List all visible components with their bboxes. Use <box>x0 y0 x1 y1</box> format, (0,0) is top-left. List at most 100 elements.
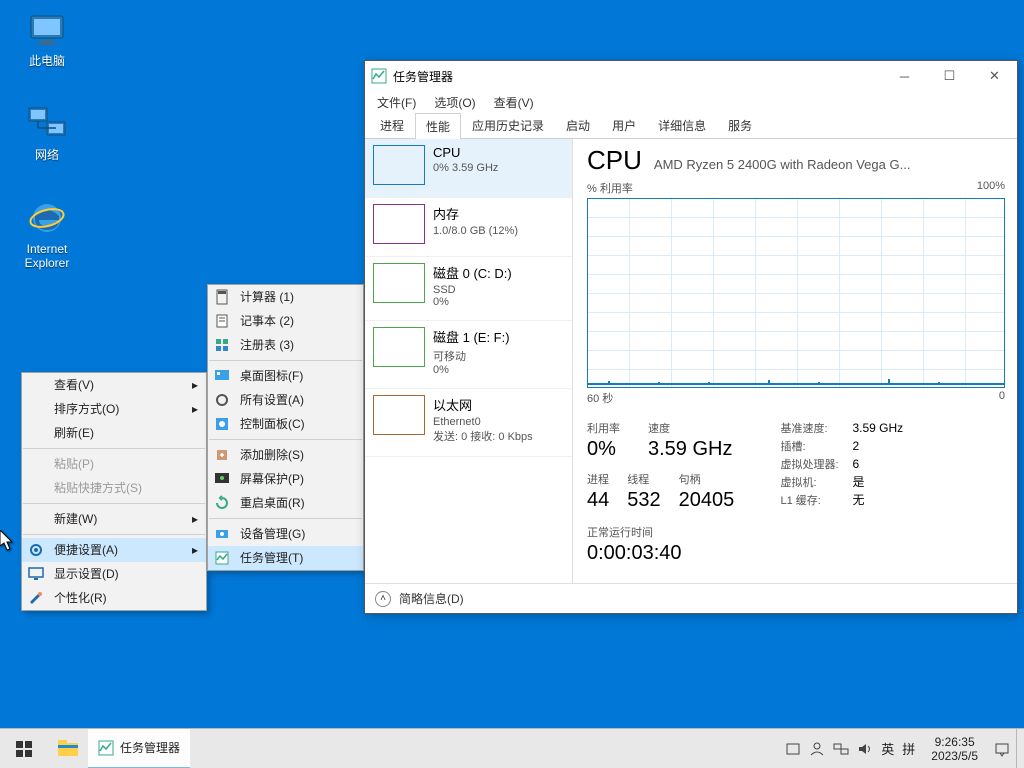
chevron-right-icon: ▸ <box>192 538 198 562</box>
this-pc-icon <box>27 10 67 50</box>
side-disk0[interactable]: 磁盘 0 (C: D:)SSD 0% <box>365 257 572 321</box>
cpu-heading: CPU <box>587 145 642 176</box>
quick-settings-submenu: 计算器 (1) 记事本 (2) 注册表 (3) 桌面图标(F) 所有设置(A) … <box>207 284 364 571</box>
desktop-icon-label: Internet Explorer <box>10 242 84 270</box>
task-manager-icon <box>371 68 387 84</box>
clock-date: 2023/5/5 <box>931 749 978 763</box>
task-manager-icon <box>98 740 114 756</box>
desktop-icon-ie[interactable]: Internet Explorer <box>10 198 84 278</box>
sub-desktop-icons[interactable]: 桌面图标(F) <box>208 364 363 388</box>
sub-all-settings[interactable]: 所有设置(A) <box>208 388 363 412</box>
taskbar-item-explorer[interactable] <box>48 729 88 768</box>
sub-screensaver[interactable]: 屏幕保护(P) <box>208 467 363 491</box>
tabs: 进程 性能 应用历史记录 启动 用户 详细信息 服务 <box>365 113 1017 139</box>
task-manager-footer: ˄ 简略信息(D) <box>365 583 1017 613</box>
stat-utilization: 0% <box>587 438 620 461</box>
add-remove-icon <box>214 447 230 463</box>
ctx-new[interactable]: 新建(W)▸ <box>22 507 206 531</box>
tray-volume-icon[interactable] <box>857 741 873 757</box>
network-icon <box>27 104 67 144</box>
menu-file[interactable]: 文件(F) <box>369 92 424 113</box>
axis-label-utilization: % 利用率 <box>587 180 633 196</box>
side-disk1[interactable]: 磁盘 1 (E: F:)可移动 0% <box>365 321 572 389</box>
chevron-right-icon: ▸ <box>192 507 198 531</box>
tab-performance[interactable]: 性能 <box>415 113 461 139</box>
cpu-utilization-chart[interactable] <box>587 198 1005 388</box>
menu-view[interactable]: 查看(V) <box>486 92 542 113</box>
sub-control-panel[interactable]: 控制面板(C) <box>208 412 363 436</box>
system-tray: 英 拼 9:26:35 2023/5/5 <box>785 735 1016 763</box>
sub-restart-desktop[interactable]: 重启桌面(R) <box>208 491 363 515</box>
tab-users[interactable]: 用户 <box>601 112 647 138</box>
file-explorer-icon <box>58 740 78 756</box>
calculator-icon <box>214 289 230 305</box>
stat-uptime: 0:00:03:40 <box>587 542 760 565</box>
start-button[interactable] <box>0 729 48 768</box>
axis-label-max: 100% <box>977 180 1005 196</box>
desktop-icon-label: 此电脑 <box>10 54 84 68</box>
performance-sidebar: CPU0% 3.59 GHz 内存1.0/8.0 GB (12%) 磁盘 0 (… <box>365 139 573 583</box>
task-manager-icon <box>214 550 230 566</box>
ctx-quick-settings[interactable]: 便捷设置(A)▸ <box>22 538 206 562</box>
tray-chevron-up-icon[interactable] <box>785 741 801 757</box>
fewer-details-link[interactable]: 简略信息(D) <box>399 590 464 607</box>
tab-app-history[interactable]: 应用历史记录 <box>461 112 555 138</box>
sub-notepad[interactable]: 记事本 (2) <box>208 309 363 333</box>
taskbar-item-label: 任务管理器 <box>120 739 180 756</box>
desktop-icon-this-pc[interactable]: 此电脑 <box>10 10 84 90</box>
taskbar-clock[interactable]: 9:26:35 2023/5/5 <box>923 735 986 763</box>
ctx-paste: 粘贴(P) <box>22 452 206 476</box>
menu-options[interactable]: 选项(O) <box>426 92 483 113</box>
tab-services[interactable]: 服务 <box>717 112 763 138</box>
stat-sockets: 2 <box>852 439 859 453</box>
ie-icon <box>27 198 67 238</box>
stat-speed: 3.59 GHz <box>648 438 732 461</box>
clock-time: 9:26:35 <box>931 735 978 749</box>
tab-processes[interactable]: 进程 <box>369 112 415 138</box>
tray-network-icon[interactable] <box>833 741 849 757</box>
restart-icon <box>214 495 230 511</box>
notepad-icon <box>214 313 230 329</box>
stat-l1cache: 无 <box>852 493 864 507</box>
side-cpu[interactable]: CPU0% 3.59 GHz <box>365 139 572 198</box>
titlebar[interactable]: 任务管理器 ─ ☐ ✕ <box>365 61 1017 91</box>
control-panel-icon <box>214 416 230 432</box>
minimize-button[interactable]: ─ <box>882 61 927 91</box>
disk-thumb-icon <box>373 327 425 367</box>
tab-details[interactable]: 详细信息 <box>647 112 717 138</box>
ctx-refresh[interactable]: 刷新(E) <box>22 421 206 445</box>
desktop-icons: 此电脑 网络 Internet Explorer <box>10 10 90 292</box>
device-manager-icon <box>214 526 230 542</box>
personalize-icon <box>28 590 44 606</box>
side-memory[interactable]: 内存1.0/8.0 GB (12%) <box>365 198 572 257</box>
tray-notifications-icon[interactable] <box>994 741 1010 757</box>
task-manager-window: 任务管理器 ─ ☐ ✕ 文件(F) 选项(O) 查看(V) 进程 性能 应用历史… <box>364 60 1018 614</box>
ctx-display-settings[interactable]: 显示设置(D) <box>22 562 206 586</box>
sub-task-manager[interactable]: 任务管理(T) <box>208 546 363 570</box>
sub-calculator[interactable]: 计算器 (1) <box>208 285 363 309</box>
sub-regedit[interactable]: 注册表 (3) <box>208 333 363 357</box>
chevron-up-icon[interactable]: ˄ <box>375 591 391 607</box>
ctx-sort[interactable]: 排序方式(O)▸ <box>22 397 206 421</box>
tray-ime-mode[interactable]: 拼 <box>902 739 915 758</box>
ctx-view[interactable]: 查看(V)▸ <box>22 373 206 397</box>
chevron-right-icon: ▸ <box>192 373 198 397</box>
stat-processes: 44 <box>587 489 609 512</box>
ctx-personalize[interactable]: 个性化(R) <box>22 586 206 610</box>
sub-add-remove[interactable]: 添加删除(S) <box>208 443 363 467</box>
taskbar: 任务管理器 英 拼 9:26:35 2023/5/5 <box>0 728 1024 768</box>
axis-label-60s: 60 秒 <box>587 390 613 406</box>
show-desktop-button[interactable] <box>1016 729 1024 768</box>
regedit-icon <box>214 337 230 353</box>
stat-threads: 532 <box>627 489 660 512</box>
close-button[interactable]: ✕ <box>972 61 1017 91</box>
desktop-icons-icon <box>214 368 230 384</box>
desktop-icon-network[interactable]: 网络 <box>10 104 84 184</box>
sub-device-manager[interactable]: 设备管理(G) <box>208 522 363 546</box>
tab-startup[interactable]: 启动 <box>555 112 601 138</box>
maximize-button[interactable]: ☐ <box>927 61 972 91</box>
taskbar-item-taskmgr[interactable]: 任务管理器 <box>88 729 190 768</box>
tray-people-icon[interactable] <box>809 741 825 757</box>
side-ethernet[interactable]: 以太网Ethernet0 发送: 0 接收: 0 Kbps <box>365 389 572 457</box>
tray-ime-lang[interactable]: 英 <box>881 739 894 758</box>
